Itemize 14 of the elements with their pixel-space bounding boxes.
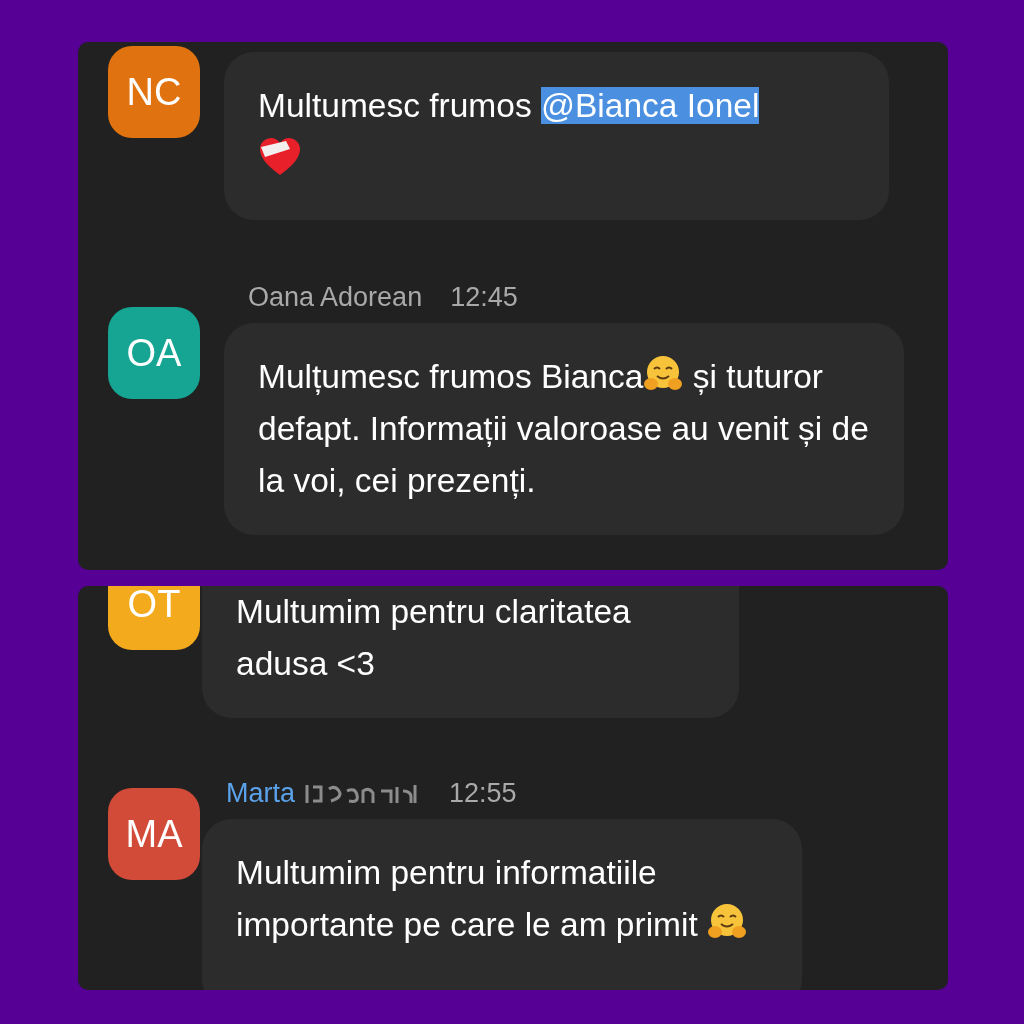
message-text: Multumim pentru informatiile importante pe care le am primit bbox=[236, 847, 768, 951]
message-text: Multumim pentru claritatea adusa <3 bbox=[236, 592, 632, 684]
bandaged-heart-icon bbox=[258, 137, 302, 177]
message-time: 12:55 bbox=[449, 778, 517, 809]
avatar: OA bbox=[108, 307, 200, 399]
avatar: OT bbox=[108, 586, 200, 650]
avatar: NC bbox=[108, 46, 200, 138]
author-name[interactable]: Oana Adorean bbox=[248, 282, 423, 313]
message-text: Mulțumesc frumos Bianca și tuturor defapt. Informații valoroase au venit și de la voi, cei prezenți. bbox=[258, 351, 870, 507]
avatar: MA bbox=[108, 788, 200, 880]
message-time: 12:45 bbox=[450, 282, 518, 313]
mention-link[interactable]: @Bianca Ionel bbox=[540, 87, 760, 124]
message-text: Multumesc frumos @Bianca Ionel bbox=[258, 80, 855, 184]
author-name[interactable]: Marta bbox=[226, 778, 296, 809]
